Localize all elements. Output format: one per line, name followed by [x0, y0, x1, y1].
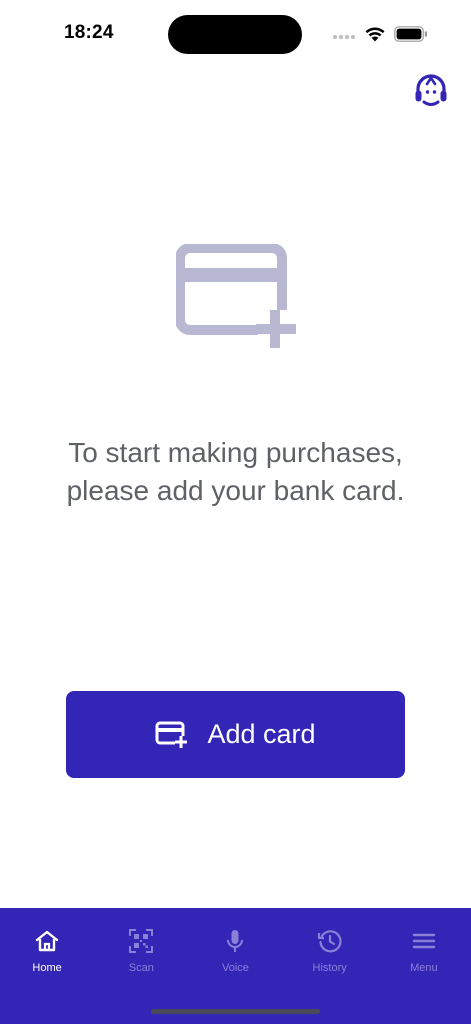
nav-label-menu: Menu	[410, 962, 438, 974]
nav-item-history[interactable]: History	[283, 928, 377, 974]
wifi-icon	[365, 27, 385, 42]
dynamic-island	[168, 15, 302, 54]
status-time: 18:24	[64, 22, 114, 43]
nav-label-home: Home	[32, 962, 62, 974]
home-icon	[35, 930, 59, 952]
screen: 18:24 To start making purchases, please …	[0, 0, 471, 1024]
status-bar: 18:24	[0, 0, 471, 64]
battery-icon	[394, 26, 427, 42]
nav-label-voice: Voice	[222, 962, 249, 974]
cellular-signal-icon	[333, 35, 355, 39]
nav-item-voice[interactable]: Voice	[188, 928, 282, 974]
home-indicator[interactable]	[151, 1009, 320, 1014]
nav-label-history: History	[312, 962, 347, 974]
support-agent-icon[interactable]	[412, 72, 450, 110]
history-icon	[317, 930, 342, 953]
qr-code-icon	[129, 929, 154, 953]
add-card-illustration-icon	[176, 244, 296, 348]
nav-item-menu[interactable]: Menu	[377, 928, 471, 974]
bottom-nav: Home Scan Voice History Menu	[0, 908, 471, 1024]
nav-item-home[interactable]: Home	[0, 928, 94, 974]
microphone-icon	[227, 930, 244, 952]
nav-item-scan[interactable]: Scan	[94, 928, 188, 974]
add-card-icon	[155, 721, 188, 748]
hamburger-menu-icon	[412, 933, 436, 949]
empty-state-message: To start making purchases, please add yo…	[66, 437, 405, 506]
add-card-label: Add card	[207, 719, 316, 749]
add-card-button[interactable]: Add card	[66, 691, 405, 778]
nav-label-scan: Scan	[128, 962, 154, 974]
